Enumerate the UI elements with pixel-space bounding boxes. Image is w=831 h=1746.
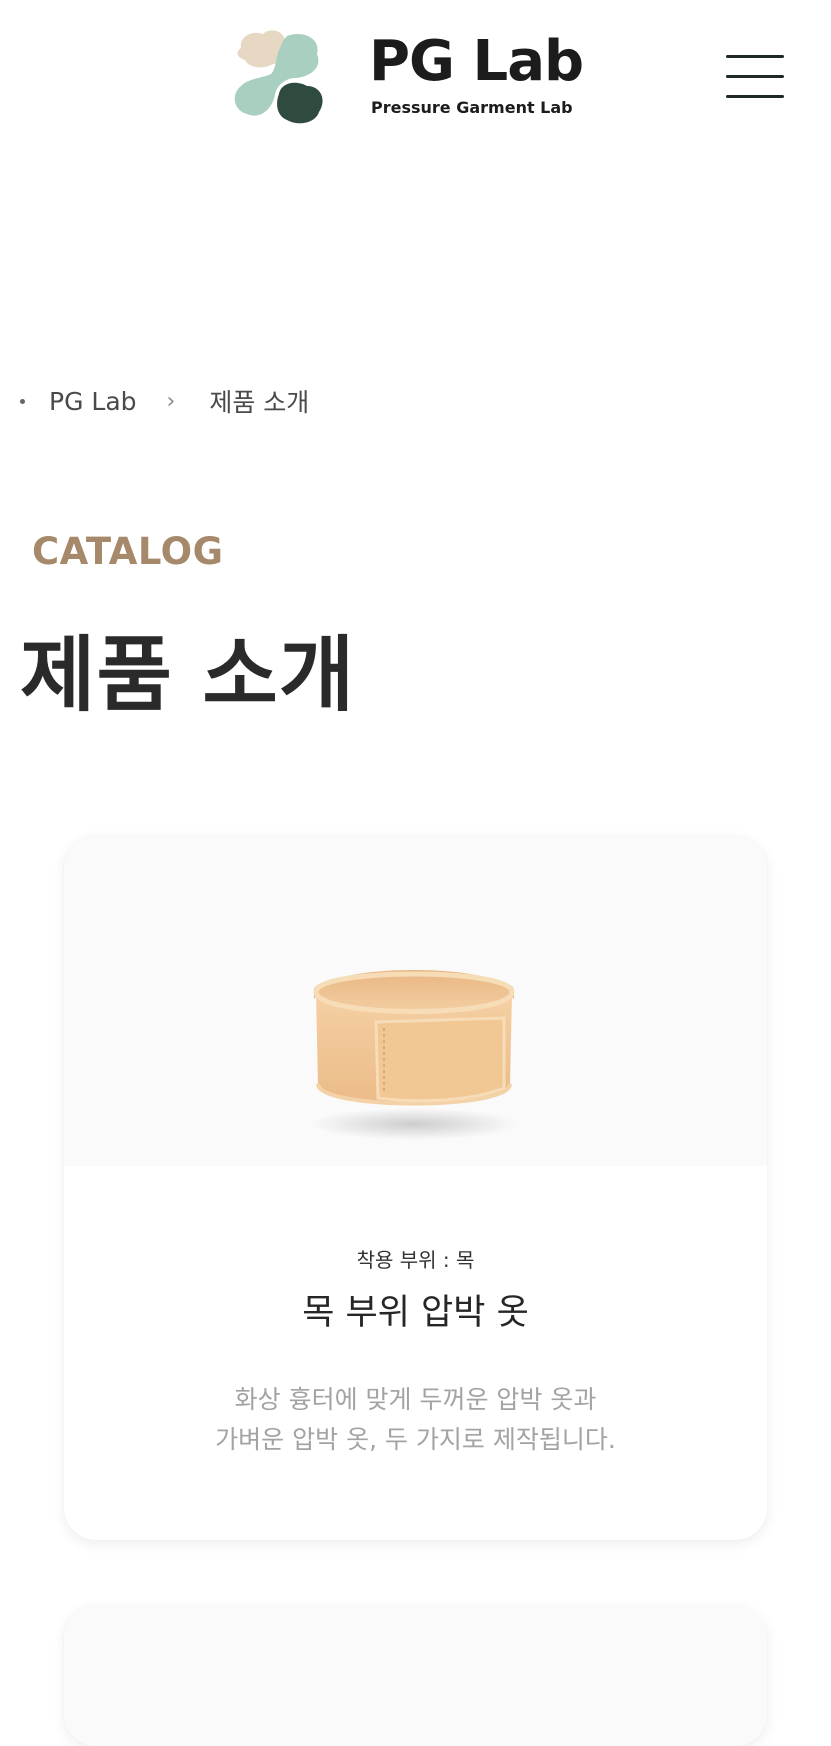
breadcrumb-home-link[interactable]: PG Lab xyxy=(49,387,137,416)
product-image xyxy=(64,836,767,1166)
site-header: PG Lab Pressure Garment Lab xyxy=(0,0,831,150)
page-title: 제품 소개 xyxy=(20,628,356,723)
product-description: 화상 흉터에 맞게 두꺼운 압박 옷과 가벼운 압박 옷, 두 가지로 제작됩니… xyxy=(64,1380,767,1460)
product-description-line: 가벼운 압박 옷, 두 가지로 제작됩니다. xyxy=(215,1425,616,1454)
hamburger-menu-icon[interactable] xyxy=(724,55,786,101)
breadcrumb: PG Lab › 제품 소개 xyxy=(20,383,309,419)
breadcrumb-bullet-icon xyxy=(20,398,25,404)
logo[interactable]: PG Lab Pressure Garment Lab xyxy=(231,28,611,128)
breadcrumb-current[interactable]: 제품 소개 xyxy=(209,383,309,419)
product-area: 착용 부위 : 목 xyxy=(356,1248,475,1272)
section-eyebrow: CATALOG xyxy=(32,530,224,573)
logo-subtitle: Pressure Garment Lab xyxy=(371,98,573,117)
product-name: 목 부위 압박 옷 xyxy=(302,1293,529,1333)
product-image-next xyxy=(64,1606,767,1746)
menu-bar xyxy=(726,95,784,98)
logo-mark-icon xyxy=(234,30,323,124)
chevron-right-icon: › xyxy=(166,388,176,414)
logo-title: PG Lab xyxy=(369,29,584,94)
product-description-line: 화상 흉터에 맞게 두꺼운 압박 옷과 xyxy=(234,1385,597,1414)
product-card-next[interactable] xyxy=(64,1606,767,1746)
product-card[interactable]: 착용 부위 : 목 목 부위 압박 옷 화상 흉터에 맞게 두꺼운 압박 옷과 … xyxy=(64,836,767,1540)
menu-bar xyxy=(726,55,784,58)
menu-bar xyxy=(726,75,784,78)
neck-compression-band-image xyxy=(310,970,518,1140)
